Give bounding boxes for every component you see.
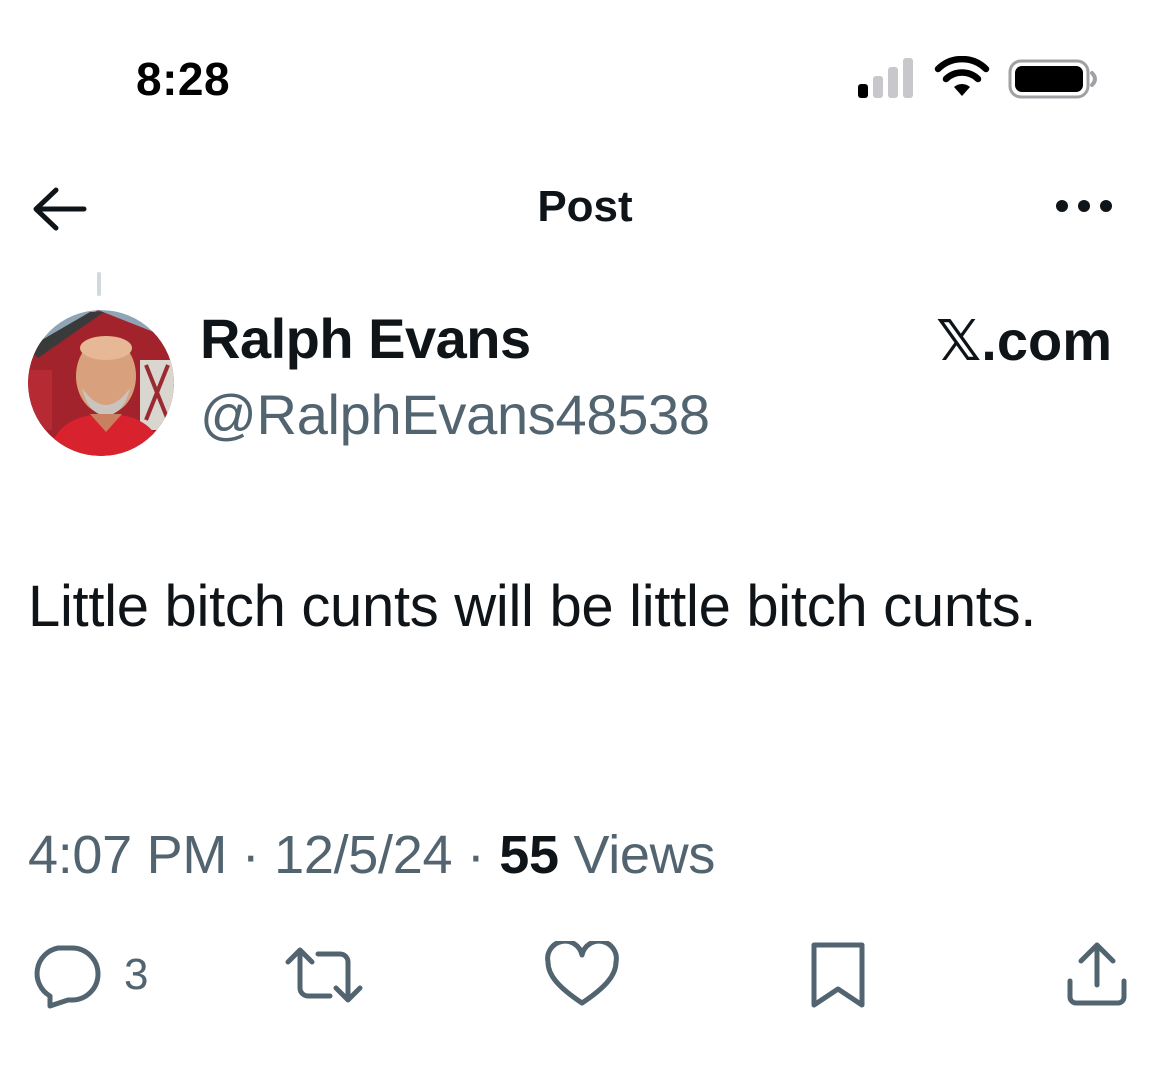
repost-button[interactable]	[282, 940, 366, 1010]
source-label: 𝕏.com	[936, 309, 1112, 372]
meta-separator: ·	[466, 825, 485, 885]
share-button[interactable]	[1064, 940, 1130, 1010]
wifi-icon	[934, 56, 990, 96]
repost-icon	[285, 947, 363, 1003]
post-time[interactable]: 4:07 PM	[28, 825, 227, 885]
views-count: 55	[499, 825, 559, 885]
post-meta: 4:07 PM · 12/5/24 · 55 Views	[28, 824, 715, 886]
reply-count: 3	[124, 950, 149, 999]
post-date[interactable]: 12/5/24	[274, 825, 452, 885]
reply-icon	[34, 945, 101, 1009]
reply-button[interactable]: 3	[28, 940, 148, 1010]
cellular-signal-icon	[858, 58, 913, 98]
author-display-name[interactable]: Ralph Evans	[200, 306, 531, 371]
battery-icon	[1008, 59, 1097, 99]
like-icon	[545, 941, 619, 1006]
like-button[interactable]	[544, 940, 620, 1010]
bookmark-icon	[811, 942, 865, 1008]
post-text: Little bitch cunts will be little bitch …	[28, 574, 1037, 639]
author-handle[interactable]: @RalphEvans48538	[200, 382, 710, 447]
meta-separator: ·	[241, 825, 260, 885]
status-time: 8:28	[136, 53, 231, 105]
share-icon	[1067, 942, 1127, 1006]
bookmark-button[interactable]	[806, 940, 870, 1010]
avatar[interactable]	[28, 310, 174, 456]
thread-connector-line	[97, 272, 101, 296]
views-label: Views	[573, 825, 716, 885]
page-title: Post	[537, 182, 633, 231]
more-options-icon[interactable]	[1052, 194, 1116, 218]
